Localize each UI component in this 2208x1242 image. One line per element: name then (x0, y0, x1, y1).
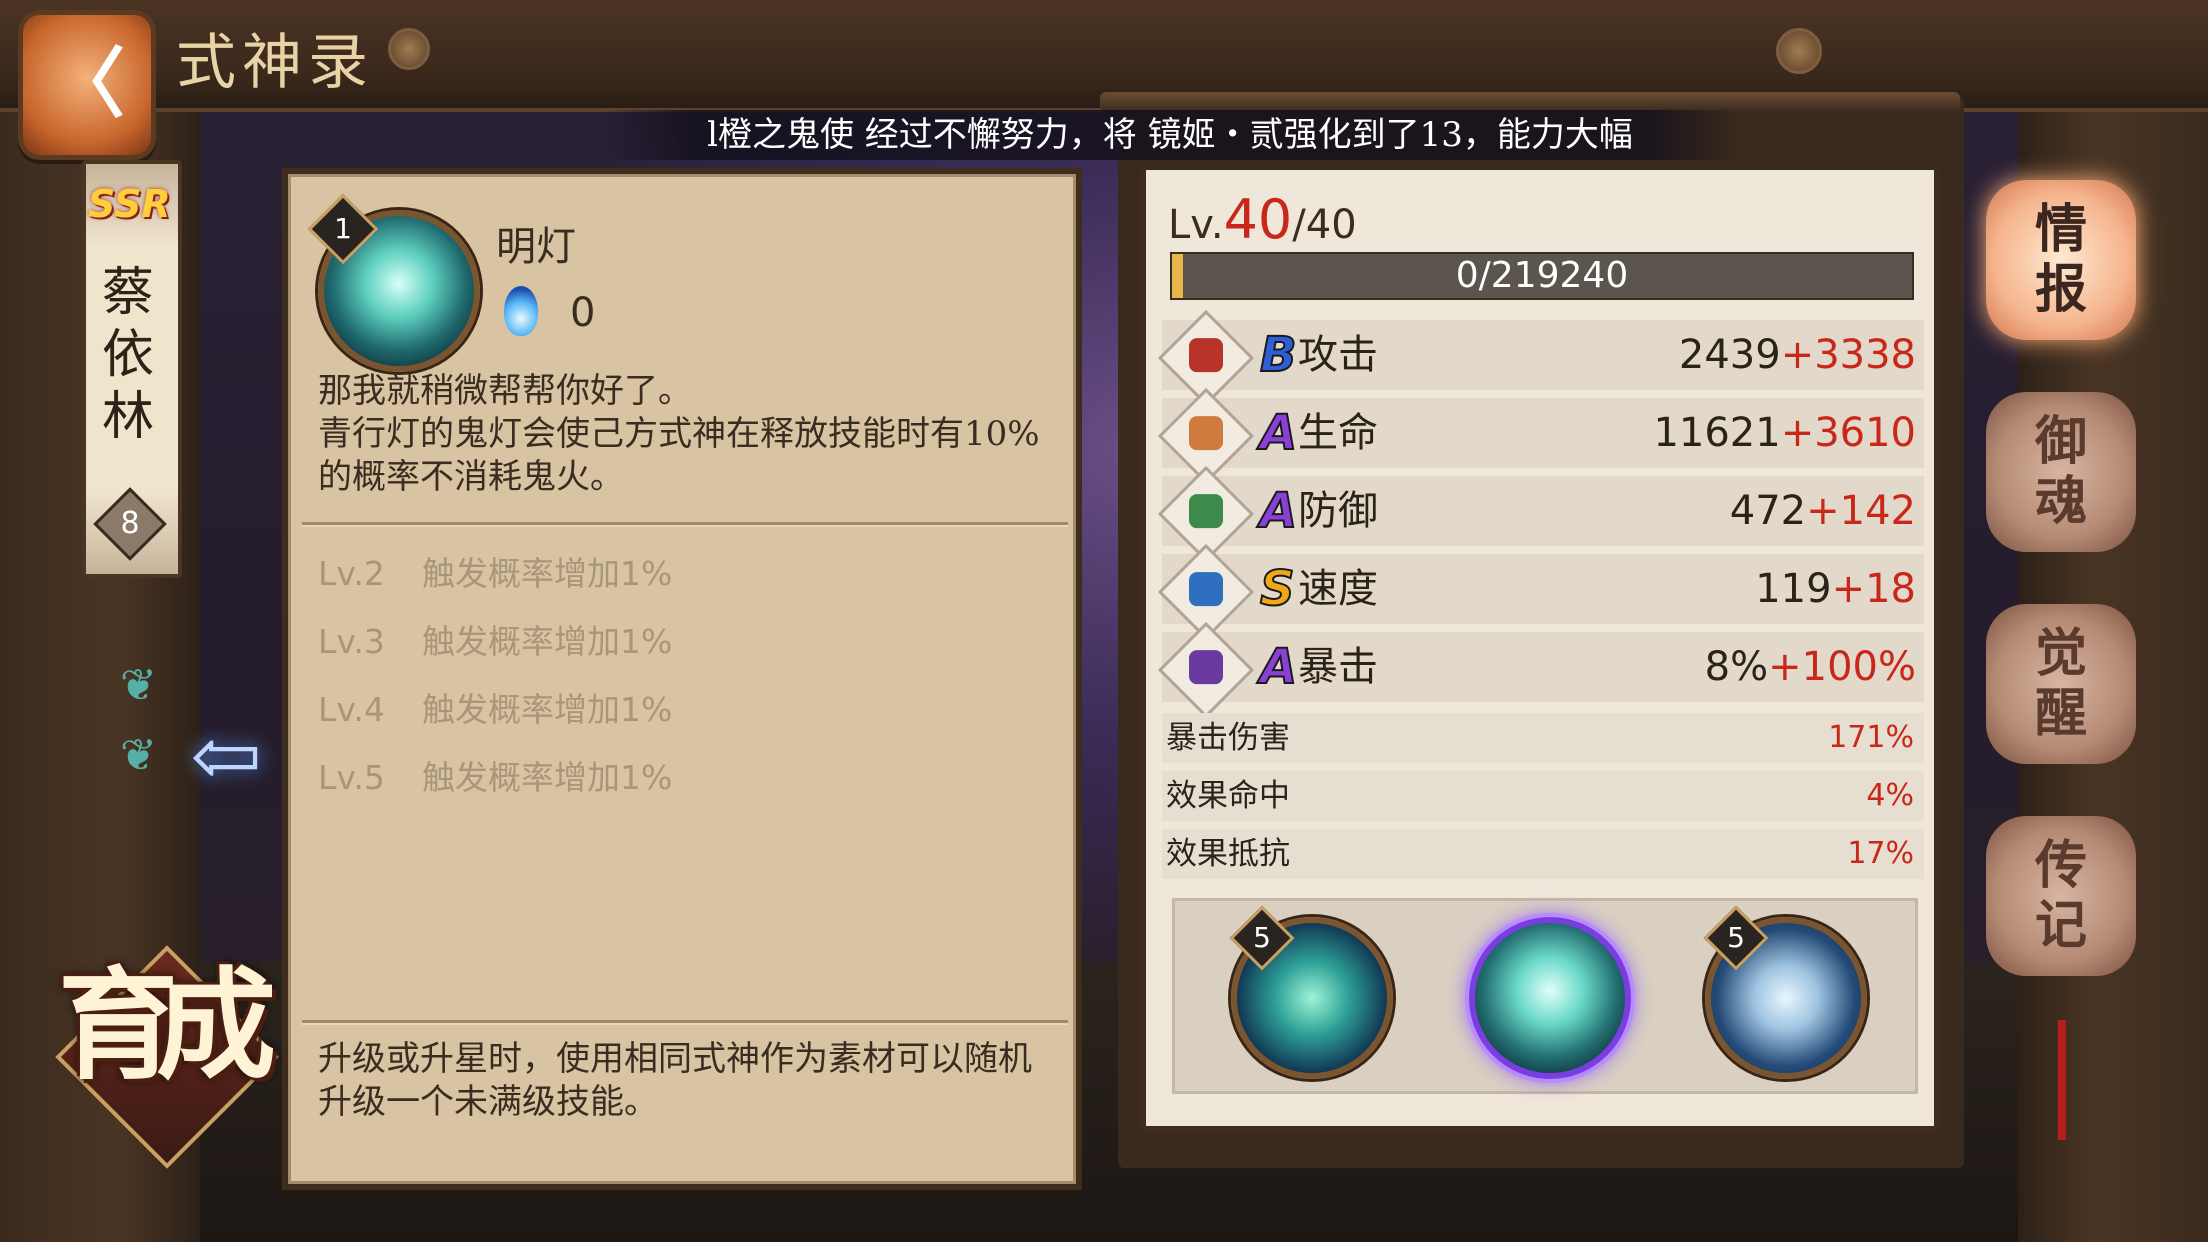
stat-row: S 速度 119+18 (1157, 543, 1924, 641)
skill-slots: 5 5 (1172, 898, 1918, 1094)
stat-bonus: +100% (1768, 644, 1916, 690)
upgrade-row: Lv.4 触发概率增加1% (318, 690, 673, 729)
stat-base: 2439 (1678, 332, 1781, 378)
onibi-fire-icon (504, 286, 538, 336)
divider (302, 1020, 1068, 1025)
back-button[interactable]: 〈 (18, 10, 156, 160)
stat-row: A 防御 472+142 (1157, 465, 1924, 563)
sub-stat-name: 效果抵抗 (1166, 836, 1290, 872)
broadcast-banner: l橙之鬼使 经过不懈努力，将 镜姬・贰强化到了13，能力大幅 (600, 110, 1740, 160)
sub-stat-row: 效果命中 4% (1162, 771, 1924, 821)
sub-stat-value: 171% (1828, 720, 1914, 755)
rarity-badge: SSR (88, 182, 171, 226)
nurture-button[interactable]: 育成 (55, 945, 279, 1169)
stat-base: 472 (1729, 488, 1807, 534)
skill-detail-panel: 1 明灯 0 那我就稍微帮帮你好了。 青行灯的鬼灯会使己方式神在释放技能时有10… (282, 168, 1082, 1190)
stat-value: 2439+3338 (1679, 326, 1916, 384)
stat-value: 119+18 (1755, 560, 1916, 618)
stat-grade: A (1259, 404, 1298, 462)
stat-grade: A (1259, 482, 1298, 540)
tab-soul[interactable]: 御魂 (1986, 392, 2136, 552)
stat-grade: A (1259, 638, 1298, 696)
stat-bonus: +3338 (1780, 332, 1916, 378)
skill-fire-cost: 0 (570, 290, 596, 336)
stat-value: 8%+100% (1705, 638, 1916, 696)
sub-stat-name: 暴击伤害 (1166, 720, 1290, 756)
tab-awaken[interactable]: 觉醒 (1986, 604, 2136, 764)
stat-bonus: +3610 (1780, 410, 1916, 456)
stat-row: A 暴击 8%+100% (1157, 621, 1924, 719)
ornament-icon (1776, 28, 1822, 74)
nurture-label: 育成 (58, 955, 276, 1096)
stat-value: 11621+3610 (1653, 404, 1916, 462)
stat-icon-glyph (1189, 416, 1223, 451)
stat-name: 生命 (1298, 410, 1378, 456)
title-ornament-icon (388, 28, 430, 70)
stat-name: 暴击 (1298, 644, 1378, 690)
upgrade-row: Lv.2 触发概率增加1% (318, 554, 673, 593)
stat-row: B 攻击 2439+3338 (1157, 309, 1924, 407)
stat-icon-glyph (1189, 338, 1223, 373)
stat-name: 速度 (1298, 566, 1378, 612)
upgrade-row: Lv.3 触发概率增加1% (318, 622, 673, 661)
stats-panel: Lv.40/40 0/219240 B 攻击 2439+3338 A 生命 11621+3… (1140, 170, 1940, 1132)
sub-stat-row: 效果抵抗 17% (1162, 829, 1924, 879)
stat-icon-glyph (1189, 572, 1223, 607)
divider (302, 522, 1068, 527)
shikigami-name: 蔡依林 (101, 263, 154, 447)
skill-slot-2-selected[interactable] (1469, 917, 1631, 1079)
skill-upgrade-list: Lv.2 触发概率增加1% Lv.3 触发概率增加1% Lv.4 触发概率增加1% L… (318, 540, 672, 812)
skill-description-text: 那我就稍微帮帮你好了。 青行灯的鬼灯会使己方式神在释放技能时有10%的概率不消耗… (318, 371, 1040, 497)
stat-icon-glyph (1189, 494, 1223, 529)
stat-bonus: +142 (1806, 488, 1916, 534)
previous-shikigami-arrow-icon[interactable]: ⇦ (190, 712, 262, 802)
sub-stat-row: 暴击伤害 171% (1162, 713, 1924, 763)
page-title: 式神录 (176, 28, 374, 98)
sub-stat-value: 4% (1866, 778, 1914, 813)
back-arrow-icon: 〈 (49, 39, 125, 128)
stat-row: A 生命 11621+3610 (1157, 387, 1924, 485)
xp-text: 0/219240 (1455, 255, 1629, 296)
stat-name: 攻击 (1298, 332, 1378, 378)
stat-bonus: +18 (1831, 566, 1916, 612)
stat-grade: S (1259, 560, 1296, 618)
stat-name: 防御 (1298, 488, 1378, 534)
stat-value: 472+142 (1730, 482, 1916, 540)
xp-bar: 0/219240 (1170, 252, 1914, 300)
upgrade-hint: 升级或升星时，使用相同式神作为素材可以随机升级一个未满级技能。 (318, 1039, 1032, 1122)
tab-info[interactable]: 情报 (1986, 180, 2136, 340)
tassel (2058, 1020, 2066, 1140)
stat-base: 11621 (1653, 410, 1781, 456)
butterfly-icon: ❦ (120, 730, 157, 781)
stat-base: 119 (1755, 566, 1832, 612)
skill-description: 那我就稍微帮帮你好了。 青行灯的鬼灯会使己方式神在释放技能时有10%的概率不消耗… (318, 370, 1058, 499)
upgrade-row: Lv.5 触发概率增加1% (318, 758, 673, 797)
crit-talisman-icon (1157, 621, 1255, 719)
butterfly-icon: ❦ (120, 660, 157, 711)
stat-grade: B (1259, 326, 1298, 384)
sub-stat-name: 效果命中 (1166, 778, 1290, 814)
stat-base: 8% (1704, 644, 1769, 690)
scroll-rod (1100, 92, 1960, 112)
level-display: Lv.40/40 (1168, 188, 1357, 251)
tab-biography[interactable]: 传记 (1986, 816, 2136, 976)
stat-icon-glyph (1189, 650, 1223, 685)
skill-name: 明灯 (496, 224, 576, 270)
sub-stat-value: 17% (1847, 836, 1914, 871)
